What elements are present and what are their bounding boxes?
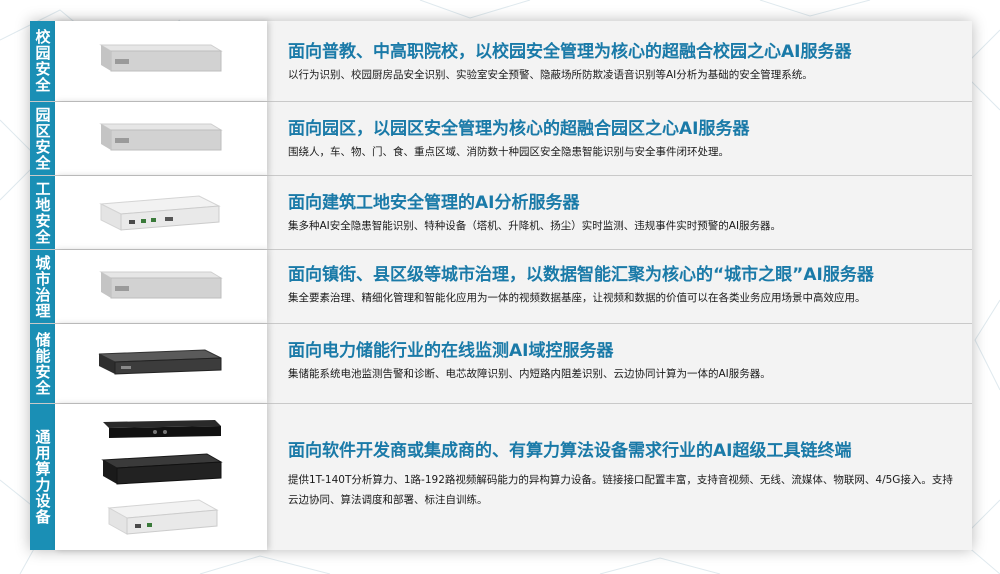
product-title: 面向普教、中高职院校，以校园安全管理为核心的超融合校园之心AI服务器 bbox=[288, 42, 852, 62]
product-row-campus-safety: 校园安全 面向普教、中高职院校，以校园安全管理为核心的超融合校园之心AI服务器 … bbox=[30, 21, 972, 101]
product-title: 面向软件开发商或集成商的、有算力算法设备需求行业的AI超级工具链终端 bbox=[288, 441, 852, 461]
product-row-park-safety: 园区安全 面向园区，以园区安全管理为核心的超融合园区之心AI服务器 围绕人，车、… bbox=[30, 101, 972, 175]
product-description: 以行为识别、校园厨房品安全识别、实验室安全预警、隐蔽场所防欺凌语音识别等AI分析… bbox=[288, 69, 813, 81]
product-image bbox=[55, 176, 267, 249]
product-title: 面向建筑工地安全管理的AI分析服务器 bbox=[288, 193, 580, 213]
silver-server-icon bbox=[91, 41, 223, 81]
product-row-energy-storage: 储能安全 面向电力储能行业的在线监测AI域控服务器 集储能系统电池监测告警和诊断… bbox=[30, 323, 972, 403]
category-tag: 通用算力设备 bbox=[30, 404, 55, 550]
category-tag: 园区安全 bbox=[30, 102, 55, 175]
category-tag: 储能安全 bbox=[30, 324, 55, 403]
product-description: 提供1T-140T分析算力、1路-192路视频解码能力的异构算力设备。链接接口配… bbox=[288, 474, 953, 506]
dark-server-icon bbox=[95, 346, 225, 386]
product-description: 集多种AI安全隐患智能识别、特种设备（塔机、升降机、扬尘）实时监测、违规事件实时… bbox=[288, 220, 782, 232]
silver-server-icon bbox=[91, 268, 223, 308]
product-row-general-compute: 通用算力设备 面向软件开发商或集成商的、有算力算法设备需求行业的AI超级工具链终… bbox=[30, 403, 972, 550]
product-description: 围绕人，车、物、门、食、重点区域、消防数十种园区安全隐患智能识别与安全事件闭环处… bbox=[288, 146, 729, 158]
product-title: 面向镇街、县区级等城市治理，以数据智能汇聚为核心的“城市之眼”AI服务器 bbox=[288, 265, 874, 285]
product-row-city-governance: 城市治理 面向镇街、县区级等城市治理，以数据智能汇聚为核心的“城市之眼”AI服务… bbox=[30, 249, 972, 323]
product-list-panel: 校园安全 面向普教、中高职院校，以校园安全管理为核心的超融合校园之心AI服务器 … bbox=[30, 21, 972, 550]
product-image bbox=[55, 404, 267, 550]
product-image bbox=[55, 250, 267, 323]
product-description: 集全要素治理、精细化管理和智能化应用为一体的视频数据基座，让视频和数据的价值可以… bbox=[288, 292, 866, 304]
product-row-construction-safety: 工地安全 面向建筑工地安全管理的AI分析服务器 集多种AI安全隐患智能识别、特种… bbox=[30, 175, 972, 249]
black-box-device-icon bbox=[99, 450, 225, 490]
product-image bbox=[55, 324, 267, 403]
category-tag: 校园安全 bbox=[30, 21, 55, 101]
product-image bbox=[55, 21, 267, 101]
product-title: 面向电力储能行业的在线监测AI域控服务器 bbox=[288, 341, 614, 361]
category-tag: 工地安全 bbox=[30, 176, 55, 249]
product-image bbox=[55, 102, 267, 175]
white-box-device-icon bbox=[103, 496, 223, 540]
product-title: 面向园区，以园区安全管理为核心的超融合园区之心AI服务器 bbox=[288, 119, 750, 139]
silver-server-icon bbox=[91, 120, 223, 160]
white-box-device-icon bbox=[95, 192, 225, 236]
black-thin-device-icon bbox=[99, 416, 225, 444]
product-description: 集储能系统电池监测告警和诊断、电芯故障识别、内短路内阻差识别、云边协同计算为一体… bbox=[288, 368, 771, 380]
category-tag: 城市治理 bbox=[30, 250, 55, 323]
